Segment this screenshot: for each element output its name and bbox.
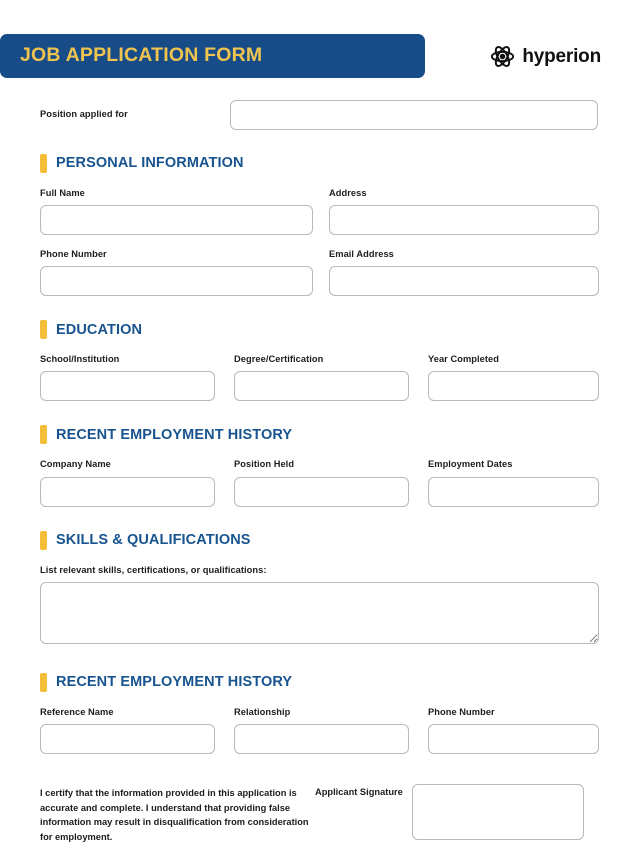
field-label: Degree/Certification — [234, 354, 324, 365]
field-label: School/Institution — [40, 354, 120, 365]
section-title: PERSONAL INFORMATION — [56, 155, 244, 172]
employment-history-row: Company Name Position Held Employment Da… — [40, 459, 599, 507]
section-title: EDUCATION — [56, 321, 143, 338]
field-label: Phone Number — [428, 706, 495, 717]
section-header-recent-employment-history: RECENT EMPLOYMENT HISTORY — [40, 425, 599, 445]
field-full-name: Full Name — [40, 188, 313, 236]
field-position-held: Position Held — [234, 459, 409, 507]
field-address: Address — [329, 188, 599, 236]
section-accent-bar — [40, 320, 47, 340]
field-reference-name: Reference Name — [40, 707, 215, 754]
field-employment-dates: Employment Dates — [428, 459, 599, 507]
field-label: Company Name — [40, 459, 111, 470]
field-label: Position Held — [234, 459, 295, 470]
section-accent-bar — [40, 425, 47, 445]
address-input[interactable] — [329, 205, 599, 236]
references-row: Reference Name Relationship Phone Number — [40, 707, 599, 754]
relationship-input[interactable] — [234, 723, 409, 754]
field-label: Full Name — [40, 188, 85, 198]
full-name-input[interactable] — [40, 205, 313, 236]
section-accent-bar — [40, 154, 47, 173]
field-label: Email Address — [329, 249, 394, 260]
field-label: Address — [329, 188, 367, 198]
applicant-signature-label: Applicant Signature — [315, 786, 403, 797]
skills-qualifications-textarea[interactable] — [40, 581, 599, 644]
field-label: Employment Dates — [428, 459, 513, 470]
section-header-education: EDUCATION — [40, 320, 599, 340]
degree-certification-input[interactable] — [234, 371, 409, 402]
field-label: Year Completed — [428, 354, 499, 365]
skills-qualifications-row: List relevant skills, certifications, or… — [40, 565, 599, 649]
field-email-address: Email Address — [329, 249, 599, 297]
year-completed-input[interactable] — [428, 371, 599, 402]
section-header-references: RECENT EMPLOYMENT HISTORY — [40, 672, 599, 692]
section-title: SKILLS & QUALIFICATIONS — [56, 531, 251, 548]
brand-name: hyperion — [522, 45, 601, 67]
employment-dates-input[interactable] — [428, 476, 599, 507]
phone-number-input[interactable] — [40, 266, 313, 297]
skills-field-label: List relevant skills, certifications, or… — [40, 564, 267, 575]
education-row: School/Institution Degree/Certification … — [40, 354, 599, 402]
field-reference-phone-number: Phone Number — [428, 707, 599, 754]
school-institution-input[interactable] — [40, 371, 215, 402]
section-accent-bar — [40, 672, 47, 692]
reference-name-input[interactable] — [40, 723, 215, 754]
applicant-signature-box[interactable] — [412, 783, 584, 840]
form-header: JOB APPLICATION FORM hyperion — [0, 34, 640, 78]
section-title: RECENT EMPLOYMENT HISTORY — [56, 674, 293, 691]
email-address-input[interactable] — [329, 266, 599, 297]
company-name-input[interactable] — [40, 476, 215, 507]
field-company-name: Company Name — [40, 459, 215, 507]
field-label: Relationship — [234, 706, 291, 717]
field-phone-number: Phone Number — [40, 249, 313, 297]
field-relationship: Relationship — [234, 707, 409, 754]
section-header-skills-qualifications: SKILLS & QUALIFICATIONS — [40, 530, 599, 550]
field-label: Phone Number — [40, 249, 107, 260]
brand-logo: hyperion — [490, 44, 602, 69]
personal-information-row-1: Full Name Address — [40, 188, 599, 236]
field-label: Reference Name — [40, 706, 114, 717]
position-held-input[interactable] — [234, 476, 409, 507]
position-applied-for-label: Position applied for — [40, 109, 128, 120]
reference-phone-number-input[interactable] — [428, 723, 599, 754]
certification-statement: I certify that the information provided … — [40, 787, 309, 842]
section-title: RECENT EMPLOYMENT HISTORY — [56, 426, 293, 443]
certification-row: I certify that the information provided … — [40, 783, 599, 845]
field-school-institution: School/Institution — [40, 354, 215, 402]
personal-information-row-2: Phone Number Email Address — [40, 249, 599, 297]
form-title-bar: JOB APPLICATION FORM — [0, 34, 425, 78]
position-applied-for-input[interactable] — [230, 100, 598, 130]
section-accent-bar — [40, 530, 47, 550]
page-title: JOB APPLICATION FORM — [20, 44, 263, 67]
field-year-completed: Year Completed — [428, 354, 599, 402]
field-degree-certification: Degree/Certification — [234, 354, 409, 402]
form-content: Position applied for PERSONAL INFORMATIO… — [0, 100, 640, 845]
section-header-personal-information: PERSONAL INFORMATION — [40, 154, 599, 173]
atom-icon — [490, 44, 515, 69]
job-application-form-page: JOB APPLICATION FORM hyperion Position a… — [0, 34, 640, 862]
position-applied-for-row: Position applied for — [40, 100, 599, 130]
